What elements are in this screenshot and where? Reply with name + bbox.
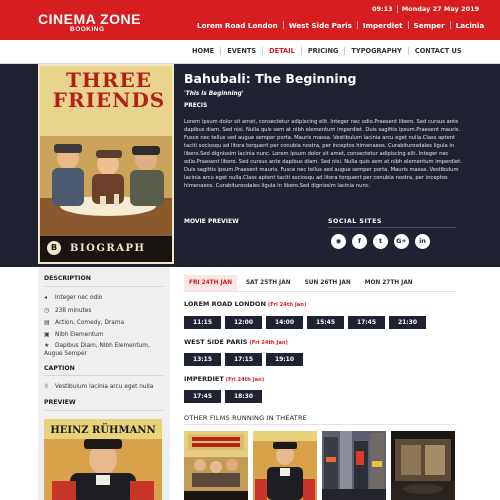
- precis-heading: PRECIS: [184, 103, 208, 109]
- thumbs-up-icon: ✌: [44, 383, 50, 390]
- clock-display: 09:13 Monday 27 May 2019: [372, 5, 479, 13]
- volume-icon: ◂: [44, 294, 48, 301]
- showtime-button[interactable]: 14:00: [266, 316, 303, 329]
- nav-home[interactable]: HOME: [186, 47, 220, 55]
- showtimes: 11:15 12:00 14:00 15:45 17:45 21:30: [184, 316, 426, 329]
- tab-sun-26th-jan[interactable]: SUN 26TH JAN: [300, 275, 356, 291]
- showtime-button[interactable]: 17:45: [348, 316, 385, 329]
- facebook-icon[interactable]: f: [352, 234, 367, 249]
- city-link[interactable]: Lorem Road London: [192, 21, 283, 30]
- tab-fri-24th-jan[interactable]: FRI 24TH JAN: [184, 275, 237, 291]
- description-item: ◷ 238 minutes: [44, 307, 92, 314]
- city-link[interactable]: Imperdiet: [358, 21, 408, 30]
- venue-date: (Fri 24th Jan): [267, 302, 307, 308]
- film-icon: ▤: [44, 319, 50, 326]
- showtime-button[interactable]: 21:30: [389, 316, 426, 329]
- poster-title-line: THREE: [66, 68, 152, 92]
- movie-poster: THREE FRIENDS B BIOGRAPH: [38, 64, 174, 264]
- site-logo[interactable]: CINEMA ZONE: [38, 11, 141, 27]
- showtime-button[interactable]: 12:00: [225, 316, 262, 329]
- clock-icon: ◷: [44, 307, 50, 314]
- preview-heading: PREVIEW: [44, 399, 76, 406]
- biograph-logo-icon: B: [47, 241, 61, 255]
- divider: [184, 291, 457, 292]
- poster-illustration: [40, 136, 172, 236]
- showtime-button[interactable]: 15:45: [307, 316, 344, 329]
- description-item: ▤ Action, Comedy, Drama: [44, 319, 125, 326]
- venue-name: WEST SIDE PARIS: [184, 338, 248, 346]
- googleplus-icon[interactable]: G+: [394, 234, 409, 249]
- poster-footer: B BIOGRAPH: [40, 236, 172, 262]
- divider: [44, 410, 164, 411]
- showtime-button[interactable]: 11:15: [184, 316, 221, 329]
- showtime-button[interactable]: 17:15: [225, 353, 262, 366]
- showtimes: 13:15 17:15 19:10: [184, 353, 303, 366]
- description-item: ◂ Integer nec odio: [44, 294, 103, 301]
- film-thumbnail[interactable]: [391, 431, 455, 500]
- tab-sat-25th-jan[interactable]: SAT 25TH JAN: [241, 275, 296, 291]
- showtime-button[interactable]: 13:15: [184, 353, 221, 366]
- showtimes: 17:45 18:30: [184, 390, 262, 403]
- image-icon: ▣: [44, 331, 50, 338]
- venue-name: IMPERDIET: [184, 375, 224, 383]
- venue-date: (Fri 24th Jan): [249, 340, 288, 346]
- venue-heading: LOREM ROAD LONDON (Fri 24th Jan): [184, 300, 306, 308]
- divider: [44, 375, 164, 376]
- main-nav: HOME EVENTS DETAIL PRICING TYPOGRAPHY CO…: [0, 40, 500, 64]
- rss-icon[interactable]: ◉: [331, 234, 346, 249]
- film-thumbnail[interactable]: [253, 431, 317, 500]
- precis-text: Lorem ipsum dolor sit amet, consectetur …: [184, 119, 462, 189]
- movie-tagline: 'This is Beginning': [184, 91, 244, 97]
- city-link[interactable]: Lacinia: [451, 21, 490, 30]
- preview-poster-image[interactable]: HEINZ RÜHMANN: [44, 419, 162, 500]
- venue-heading: WEST SIDE PARIS (Fri 24th Jan): [184, 338, 288, 346]
- city-links: Lorem Road London West Side Paris Imperd…: [192, 21, 489, 30]
- venue-date: (Fri 24th Jan): [225, 377, 265, 383]
- divider: [44, 286, 164, 287]
- caption-item: ✌ Vestibulum lacinia arcu eget nulla: [44, 383, 154, 390]
- showtime-button[interactable]: 18:30: [225, 390, 262, 403]
- poster-title-line: FRIENDS: [52, 88, 166, 112]
- social-icons: ◉ f t G+ in: [331, 234, 430, 249]
- nav-pricing[interactable]: PRICING: [302, 47, 345, 55]
- film-thumbnail[interactable]: [184, 431, 248, 500]
- nav-events[interactable]: EVENTS: [221, 47, 262, 55]
- nav-contact-us[interactable]: CONTACT US: [409, 47, 468, 55]
- movie-title: Bahubali: The Beginning: [184, 71, 357, 86]
- movie-preview-heading: MOVIE PREVIEW: [184, 218, 239, 225]
- city-link[interactable]: Semper: [409, 21, 450, 30]
- current-date: Monday 27 May 2019: [401, 5, 480, 13]
- city-link[interactable]: West Side Paris: [284, 21, 357, 30]
- linkedin-icon[interactable]: in: [415, 234, 430, 249]
- other-films-heading: OTHER FILMS RUNNING IN THEATRE: [184, 414, 307, 422]
- current-time: 09:13: [372, 5, 393, 13]
- twitter-icon[interactable]: t: [373, 234, 388, 249]
- description-item: ▣ Nibh Elementum: [44, 331, 104, 338]
- tab-mon-27th-jan[interactable]: MON 27TH JAN: [360, 275, 418, 291]
- poster-title: THREE FRIENDS: [48, 70, 170, 110]
- caption-heading: CAPTION: [44, 365, 75, 372]
- star-icon: ★: [44, 342, 50, 349]
- site-logo-subtitle: BOOKING: [70, 26, 105, 33]
- preview-poster-title: HEINZ RÜHMANN: [50, 423, 155, 436]
- venue-name: LOREM ROAD LONDON: [184, 300, 266, 308]
- description-item: ★ Dapibus Diam, Nibh Elementum, Augue Sem…: [44, 342, 150, 357]
- description-heading: DESCRIPTION: [44, 275, 91, 282]
- film-thumbnail[interactable]: [322, 431, 386, 500]
- divider: [184, 424, 457, 425]
- venue-heading: IMPERDIET (Fri 24th Jan): [184, 375, 264, 383]
- social-sites-heading: SOCIAL SITES: [328, 218, 382, 225]
- poster-studio: BIOGRAPH: [70, 243, 146, 254]
- date-tabs: FRI 24TH JAN SAT 25TH JAN SUN 26TH JAN M…: [184, 275, 422, 291]
- divider: [328, 227, 456, 228]
- showtime-button[interactable]: 19:10: [266, 353, 303, 366]
- nav-detail[interactable]: DETAIL: [263, 47, 301, 55]
- nav-typography[interactable]: TYPOGRAPHY: [345, 47, 407, 55]
- showtime-button[interactable]: 17:45: [184, 390, 221, 403]
